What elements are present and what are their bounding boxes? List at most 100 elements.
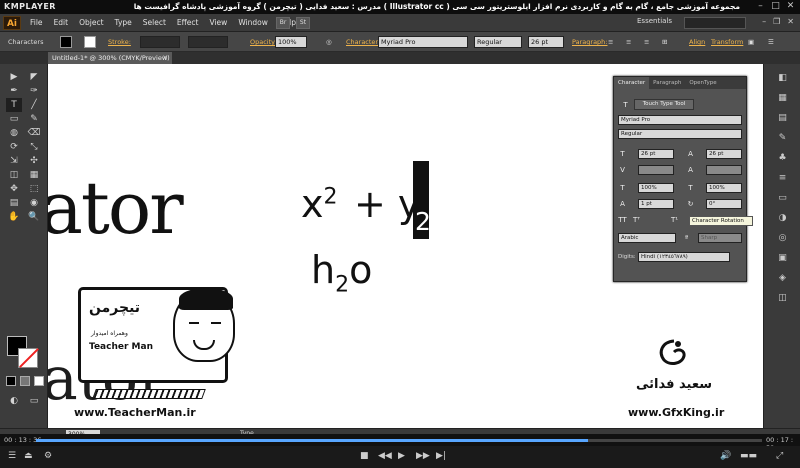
align-center-icon[interactable]: ≡ <box>626 38 631 46</box>
menu-window[interactable]: Window <box>238 18 268 27</box>
panel-font-style[interactable]: Regular <box>618 129 742 139</box>
panel-language[interactable]: Arabic <box>618 233 676 243</box>
panel-font-size[interactable]: 26 pt <box>638 149 674 159</box>
character-link[interactable]: Character: <box>346 38 380 46</box>
fill-color-swatch[interactable] <box>60 36 72 48</box>
settings-icon[interactable]: ⚙ <box>44 451 52 461</box>
eyedropper-tool-icon[interactable]: ▤ <box>6 196 22 210</box>
opacity-link[interactable]: Opacity: <box>250 38 277 46</box>
maximize-icon[interactable]: □ <box>770 1 781 12</box>
panel-font-family[interactable]: Myriad Pro <box>618 115 742 125</box>
draw-mode-icon[interactable]: ◐ <box>6 394 22 408</box>
curvature-tool-icon[interactable]: ✑ <box>26 84 42 98</box>
panel-vertical-scale[interactable]: 100% <box>638 183 674 193</box>
panel-leading[interactable]: 26 pt <box>706 149 742 159</box>
panel-kern-auto[interactable] <box>638 165 674 175</box>
next-icon[interactable]: ▶| <box>436 451 446 461</box>
stroke-link[interactable]: Stroke: <box>108 38 131 46</box>
expr-y-sub[interactable]: 2 <box>415 207 431 236</box>
align-link[interactable]: Align <box>689 38 705 46</box>
isolate-icon[interactable]: ▣ <box>748 38 754 46</box>
pencil-tool-icon[interactable]: ✎ <box>26 112 42 126</box>
app-minimize-icon[interactable]: – <box>762 17 766 26</box>
tab-paragraph[interactable]: Paragraph <box>649 77 685 89</box>
opacity-field[interactable]: 100% <box>275 36 307 48</box>
minimize-icon[interactable]: – <box>755 1 766 12</box>
direct-selection-tool-icon[interactable]: ◤ <box>26 70 42 84</box>
transform-link[interactable]: Transform <box>711 38 743 46</box>
paragraph-link[interactable]: Paragraph: <box>572 38 607 46</box>
volume-slider-icon[interactable]: ▬▬ <box>740 451 757 461</box>
scale-tool-icon[interactable]: ⤡ <box>26 140 42 154</box>
color-panel-icon[interactable]: ◧ <box>776 72 789 85</box>
gradient-panel-icon[interactable]: ▭ <box>776 192 789 205</box>
stroke-weight-field[interactable] <box>140 36 180 48</box>
color-mode-icon[interactable] <box>6 376 16 386</box>
touch-type-button[interactable]: Touch Type Tool <box>634 99 694 110</box>
open-file-icon[interactable]: ⏏ <box>24 451 33 461</box>
tab-character[interactable]: Character <box>614 77 650 89</box>
symbols-icon[interactable]: ♣ <box>776 152 789 165</box>
canvas-word[interactable]: ator <box>48 166 184 250</box>
small-caps-icon[interactable]: Tᵀ <box>632 215 641 225</box>
recolor-icon[interactable]: ◎ <box>326 38 332 46</box>
stroke-swatch[interactable] <box>18 348 38 368</box>
tab-close-icon[interactable]: ✕ <box>162 52 168 64</box>
menu-type[interactable]: Type <box>115 18 132 27</box>
eraser-tool-icon[interactable]: ⌫ <box>26 126 42 140</box>
panel-antialiasing[interactable]: Sharp <box>698 233 742 243</box>
expr-x[interactable]: x2 <box>301 182 338 226</box>
text-orient-icon[interactable]: ⊞ <box>662 38 667 46</box>
menu-effect[interactable]: Effect <box>177 18 199 27</box>
line-tool-icon[interactable]: ╱ <box>26 98 42 112</box>
rewind-icon[interactable]: ◀◀ <box>378 451 392 461</box>
seek-bar[interactable] <box>36 439 762 442</box>
volume-icon[interactable]: 🔊 <box>720 451 731 461</box>
graphic-styles-icon[interactable]: ▣ <box>776 252 789 265</box>
stop-icon[interactable]: ■ <box>360 451 369 461</box>
brushes-icon[interactable]: ✎ <box>776 132 789 145</box>
font-size-field[interactable]: 26 pt <box>528 36 564 48</box>
menu-object[interactable]: Object <box>79 18 103 27</box>
fullscreen-icon[interactable]: ⤢ <box>776 451 783 461</box>
blend-tool-icon[interactable]: ◉ <box>26 196 42 210</box>
gradient-mode-icon[interactable] <box>20 376 30 386</box>
free-transform-tool-icon[interactable]: ✣ <box>26 154 42 168</box>
panel-baseline-shift[interactable]: 1 pt <box>638 199 674 209</box>
panel-digits[interactable]: Hindi (١٢٣٤٥٦٧٨٩) <box>638 252 730 262</box>
touch-type-icon[interactable]: T <box>621 100 630 110</box>
variable-width-field[interactable] <box>188 36 228 48</box>
hand-tool-icon[interactable]: ✋ <box>6 210 22 224</box>
play-icon[interactable]: ▶ <box>398 451 405 461</box>
artboards-icon[interactable]: ◫ <box>776 292 789 305</box>
character-rotation-icon[interactable]: ↻ <box>686 199 695 209</box>
search-field[interactable] <box>684 17 746 29</box>
width-tool-icon[interactable]: ⇲ <box>6 154 22 168</box>
document-tab[interactable]: Untitled-1* @ 300% (CMYK/Preview) ✕ <box>48 52 172 64</box>
app-close-icon[interactable]: ✕ <box>787 17 794 26</box>
none-mode-icon[interactable] <box>34 376 44 386</box>
expr-plus-y[interactable]: + y <box>354 182 420 226</box>
app-restore-icon[interactable]: ❐ <box>773 17 780 26</box>
blob-brush-tool-icon[interactable]: ◍ <box>6 126 22 140</box>
appearance-icon[interactable]: ◎ <box>776 232 789 245</box>
panel-menu-icon[interactable]: ☰ <box>768 38 774 46</box>
transparency-icon[interactable]: ◑ <box>776 212 789 225</box>
swatches-icon[interactable]: ▤ <box>776 112 789 125</box>
close-icon[interactable]: ✕ <box>785 1 796 12</box>
shape-builder-tool-icon[interactable]: ◫ <box>6 168 22 182</box>
pen-tool-icon[interactable]: ✒ <box>6 84 22 98</box>
panel-tracking[interactable] <box>706 165 742 175</box>
type-tool-icon[interactable]: T <box>6 98 22 112</box>
all-caps-icon[interactable]: TT <box>618 215 627 225</box>
font-style-field[interactable]: Regular <box>474 36 522 48</box>
font-family-field[interactable]: Myriad Pro <box>378 36 468 48</box>
layers-icon[interactable]: ◈ <box>776 272 789 285</box>
perspective-tool-icon[interactable]: ▦ <box>26 168 42 182</box>
h2o-text[interactable]: h2o <box>311 248 372 298</box>
forward-icon[interactable]: ▶▶ <box>416 451 430 461</box>
superscript-icon[interactable]: T¹ <box>670 215 679 225</box>
bridge-button[interactable]: Br <box>276 17 290 29</box>
stroke-color-swatch[interactable] <box>84 36 96 48</box>
align-left-icon[interactable]: ≡ <box>608 38 613 46</box>
